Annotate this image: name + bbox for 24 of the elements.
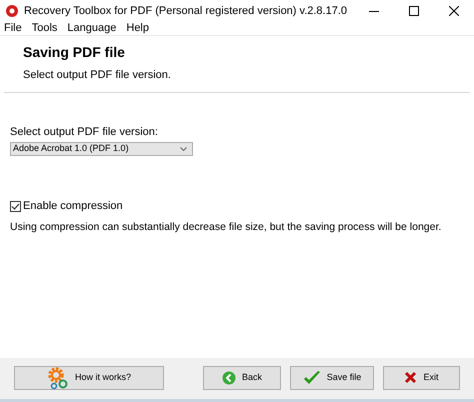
gears-icon xyxy=(46,366,69,390)
compression-label[interactable]: Enable compression xyxy=(23,198,123,214)
menu-item[interactable]: Help xyxy=(126,20,149,37)
checkmark-icon xyxy=(302,370,321,386)
menu-item[interactable]: Language xyxy=(67,20,116,37)
version-dropdown[interactable]: Adobe Acrobat 1.0 (PDF 1.0) xyxy=(10,142,193,156)
back-button[interactable]: Back xyxy=(203,366,281,390)
window-title: Recovery Toolbox for PDF (Personal registered version) v.2.8.17.0 xyxy=(24,4,348,19)
version-label: Select output PDF file version: xyxy=(10,124,159,140)
page-subtitle: Select output PDF file version. xyxy=(23,68,172,83)
exit-button[interactable]: Exit xyxy=(383,366,460,390)
save-button[interactable]: Save file xyxy=(290,366,374,390)
close-icon xyxy=(404,371,418,384)
compression-note: Using compression can substantially decrease file size, but the saving process will be longer. xyxy=(10,220,442,234)
menu-item[interactable]: File xyxy=(4,20,22,37)
help-button[interactable]: How it works? xyxy=(14,366,164,390)
page-title: Saving PDF file xyxy=(23,43,126,62)
chevron-down-icon xyxy=(180,147,187,151)
app-logo-icon xyxy=(6,5,18,17)
compression-checkbox[interactable] xyxy=(10,200,21,212)
close-icon xyxy=(449,6,459,16)
maximize-icon xyxy=(409,6,419,16)
menu-item[interactable]: Tools xyxy=(32,20,58,37)
minimize-icon xyxy=(369,10,379,12)
